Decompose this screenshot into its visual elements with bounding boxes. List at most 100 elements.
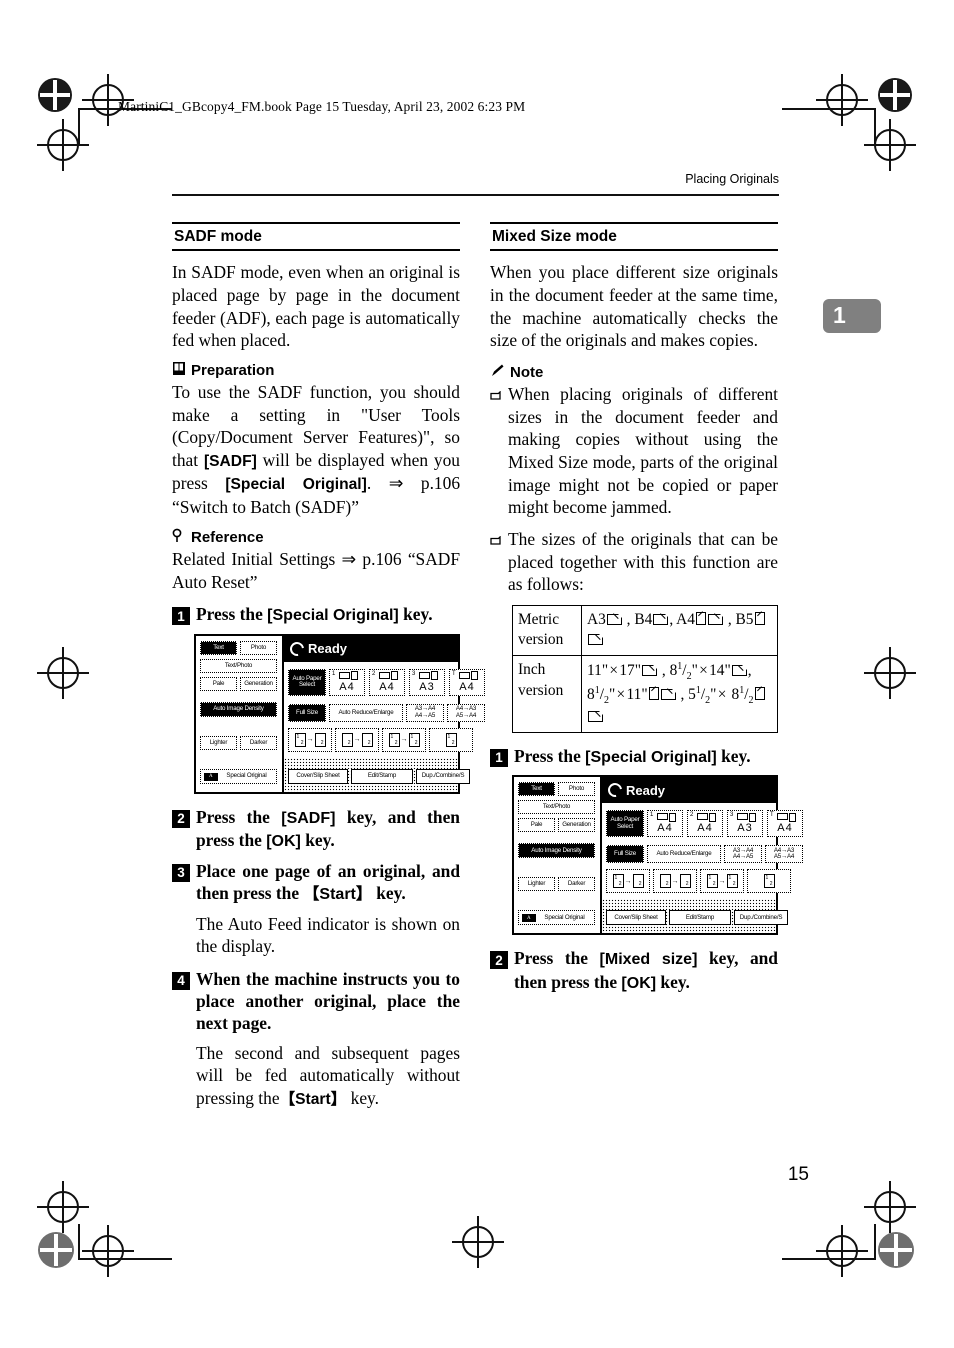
tray-size: A4 [459,680,475,693]
lcd-duplex-key-3[interactable]: 1 2 → 1 2 [382,727,426,752]
lcd-key-lighter[interactable]: Lighter [518,877,555,892]
lcd-key-text[interactable]: Text [200,640,237,655]
lcd-tab-edit-stamp[interactable]: Edit/Stamp [351,768,413,784]
lcd-tray-bypass[interactable]: T A4 [767,810,803,838]
lcd-tray-2[interactable]: 2 A4 [369,668,405,696]
lcd-key-a4-a3[interactable]: A4→A3 A5→A4 [765,845,803,864]
lcd-tab-dup-combine[interactable]: Dup./Combine/S [734,910,788,926]
tray-number: 2 [372,670,376,677]
registration-mark-bottom-center [452,1216,504,1268]
step3-post: key. [371,883,406,904]
lcd-key-darker[interactable]: Darker [558,877,595,892]
lcd-key-full-size[interactable]: Full Size [606,845,644,864]
tray-paper-icon-portrait [789,812,796,822]
reference-label-row: Reference [172,528,460,546]
lcd-right-pane: Ready Auto Paper Select 1 A4 2 A4 3 A3 T… [602,777,803,934]
tray-size: A4 [339,680,355,693]
lcd-status-bar: Ready [602,777,776,804]
lcd-key-text-photo[interactable]: Text/Photo [518,800,595,815]
portrait-orientation-icon [754,611,765,625]
lcd-key-photo[interactable]: Photo [558,782,595,797]
registration-mark-right-lower [864,1181,916,1233]
landscape-orientation-icon [642,664,658,677]
lcd-duplex-key-4[interactable]: 12 [747,869,791,894]
lcd-key-a3-a4[interactable]: A3→A4 A4→A5 [724,845,762,864]
lcd-tab-edit-stamp[interactable]: Edit/Stamp [669,910,731,926]
lcd-left-pane: Text Photo Text/Photo Pale Generation Au… [196,635,284,792]
lcd-key-lighter[interactable]: Lighter [200,735,237,750]
lcd-key-auto-image-density[interactable]: Auto Image Density [518,843,595,859]
book-file-header: MartiniC1_GBcopy4_FM.book Page 15 Tuesda… [118,99,526,114]
lcd-duplex-key-3[interactable]: 1 2 → 1 2 [700,869,744,894]
arrow-icon: → [353,736,361,744]
lcd-key-auto-paper-select[interactable]: Auto Paper Select [606,810,644,838]
lcd-key-photo[interactable]: Photo [240,640,277,655]
ready-circle-icon [287,639,307,659]
lcd-tab-cover-slip-sheet[interactable]: Cover/Slip Sheet [288,768,348,784]
tray-paper-icon [459,671,470,679]
lcd-tab-cover-slip-sheet[interactable]: Cover/Slip Sheet [606,910,666,926]
note-item-2: The sizes of the originals that can be p… [490,528,778,596]
step1-pre: Press the [196,604,268,625]
step-3-sadf: 3 Place one page of an original, and the… [172,860,460,906]
step1-post: key. [398,604,433,625]
tray-paper-icon-portrait [431,671,438,681]
tray-paper-icon-portrait [391,671,398,681]
arrow-icon: → [718,877,726,885]
registration-mark-bottom-left [82,1225,134,1277]
lcd-key-a4-a3[interactable]: A4→A3 A5→A4 [447,703,485,722]
lcd-key-auto-reduce-enlarge[interactable]: Auto Reduce/Enlarge [329,703,403,722]
special-original-icon: A [522,914,536,923]
landscape-orientation-icon [606,613,623,625]
lcd-key-auto-paper-select[interactable]: Auto Paper Select [288,668,326,696]
preparation-label-row: Preparation [172,361,460,379]
crop-line-top-right-v [874,108,876,144]
arrow-icon: → [624,877,632,885]
table-cell-inch-sizes: 11" × 17" , 81/2" × 14", 81/2" × 11" , 5… [581,655,778,733]
lcd-tray-bypass[interactable]: T A4 [449,668,485,696]
lcd-tab-dup-combine[interactable]: Dup./Combine/S [416,768,470,784]
lcd-duplex-key-4[interactable]: 12 [429,727,473,752]
lcd-key-generation[interactable]: Generation [558,818,595,833]
tray-number: 1 [650,812,654,819]
registration-half-bottom-right [878,1232,914,1268]
lcd-duplex-key-2[interactable]: 2 → 2 [653,869,697,894]
lcd-tray-1[interactable]: 1 A4 [647,810,683,838]
tray-paper-icon [657,813,668,821]
lcd-key-full-size[interactable]: Full Size [288,703,326,722]
lcd-key-pale[interactable]: Pale [518,818,555,833]
lcd-duplex-key-1[interactable]: 1 2 → 2 [606,869,650,894]
tray-paper-icon [737,813,748,821]
lcd-tray-2[interactable]: 2 A4 [687,810,723,838]
lcd-duplex-key-2[interactable]: 2 → 2 [335,727,379,752]
reference-label: Reference [191,529,264,547]
step-number: 3 [172,863,190,882]
lcd-key-auto-reduce-enlarge[interactable]: Auto Reduce/Enlarge [647,845,721,864]
lcd-status-text: Ready [626,782,666,798]
lcd-duplex-key-1[interactable]: 1 2 → 2 [288,727,332,752]
tray-paper-icon-portrait [351,671,358,681]
tray-size: A4 [657,822,673,835]
lcd-key-text[interactable]: Text [518,782,555,797]
registration-mark-left-lower [37,1181,89,1233]
chapter-tab: 1 [823,299,881,333]
lcd-key-a3-a4[interactable]: A3→A4 A4→A5 [406,703,444,722]
crop-line-bottom-left-v [78,1224,80,1260]
lcd-key-text-photo[interactable]: Text/Photo [200,658,277,673]
lcd-key-darker[interactable]: Darker [240,735,277,750]
lcd-tray-3[interactable]: 3 A3 [409,668,445,696]
registration-mark-left-middle [37,647,89,699]
step-1-sadf: 1 Press the [Special Original] key. [172,603,460,626]
lcd-tray-1[interactable]: 1 A4 [329,668,365,696]
lcd-key-generation[interactable]: Generation [240,676,277,691]
prep-key-sadf: [SADF] [203,453,257,471]
landscape-orientation-icon [588,633,604,646]
duplex-page-icon: 2 [361,732,373,747]
step-number: 2 [172,809,190,828]
step-text: Press the [Mixed size] key, and then pre… [514,947,778,994]
duplex-page-icon: 12 [612,874,624,889]
lcd-tray-3[interactable]: 3 A3 [727,810,763,838]
lcd-key-pale[interactable]: Pale [200,676,237,691]
lcd-key-auto-image-density[interactable]: Auto Image Density [200,701,277,717]
tray-paper-icon [697,813,708,821]
